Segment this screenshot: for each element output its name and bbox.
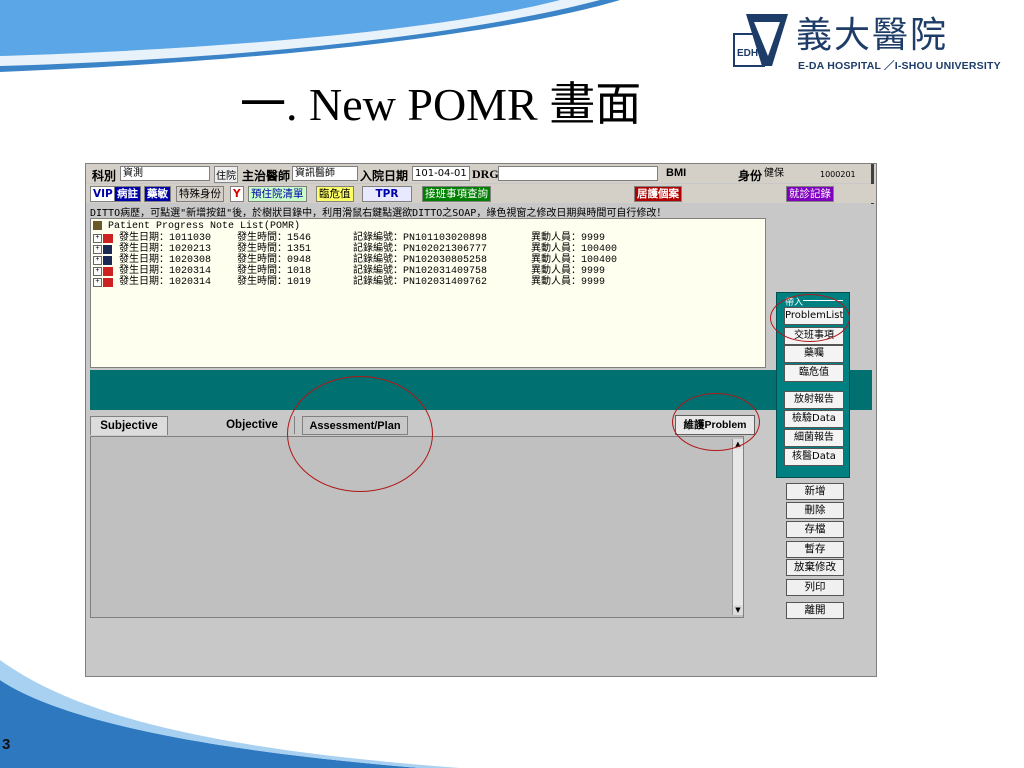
note-time: 發生時間：1546 xyxy=(237,233,312,244)
note-record-number: 記錄編號：PN102031409762 xyxy=(353,277,488,288)
notes-button[interactable]: 病註 xyxy=(114,186,141,202)
problem-tab-highlight xyxy=(672,393,760,451)
admit-date-label: 入院日期 xyxy=(360,169,409,183)
critical-value-button[interactable]: 臨危值 xyxy=(316,186,354,202)
expand-icon[interactable]: + xyxy=(93,256,102,265)
attending-label: 主治醫師 xyxy=(242,169,291,183)
allergy-button[interactable]: 藥敏 xyxy=(144,186,171,202)
print-button[interactable]: 列印 xyxy=(786,579,844,596)
bmi-label: BMI xyxy=(666,167,687,179)
hospital-name-chinese: 義大醫院 xyxy=(796,15,949,56)
visit-record-button[interactable]: 就診記錄 xyxy=(786,186,834,202)
note-editor: 異動人員：100400 xyxy=(531,244,618,255)
note-editor: 異動人員：9999 xyxy=(531,277,606,288)
inpatient-tag: 住院 xyxy=(214,166,238,183)
note-date: 發生日期：1020308 xyxy=(119,255,212,266)
note-date: 發生日期：1020314 xyxy=(119,266,212,277)
note-record-number: 記錄編號：PN102030805258 xyxy=(353,255,488,266)
note-time: 發生時間：0948 xyxy=(237,255,312,266)
note-record-number: 記錄編號：PN102021306777 xyxy=(353,244,488,255)
progress-note-tree[interactable]: Patient Progress Note List(POMR) + 發生日期：1… xyxy=(90,218,766,368)
toolbar: VIP 病註 藥敏 特殊身份 Y 預住院清單 臨危值 TPR 接班事項查詢 居護… xyxy=(86,184,876,203)
dept-field[interactable]: 資測 xyxy=(120,166,210,181)
vip-button[interactable]: VIP xyxy=(90,186,116,202)
editor-scrollbar[interactable]: ▲ ▼ xyxy=(732,439,743,615)
expand-icon[interactable]: + xyxy=(93,234,102,243)
note-date: 發生日期：1011030 xyxy=(119,233,212,244)
discard-changes-button[interactable]: 放棄修改 xyxy=(786,559,844,576)
leave-button[interactable]: 離開 xyxy=(786,602,844,619)
import-data-button[interactable]: 檢驗Data xyxy=(784,410,844,428)
import-button-4[interactable]: 臨危值 xyxy=(784,364,844,382)
scroll-down-arrow[interactable]: ▼ xyxy=(733,605,743,615)
slide-page-number: 3 xyxy=(2,736,11,753)
drg-field[interactable] xyxy=(498,166,658,181)
import-button-3[interactable]: 藥囑 xyxy=(784,345,844,363)
expand-icon[interactable]: + xyxy=(93,267,102,276)
note-time: 發生時間：1018 xyxy=(237,266,312,277)
pomr-app-window: 科別 資測 住院 主治醫師 資訊醫師 入院日期 101-04-01 DRG BM… xyxy=(85,163,877,677)
modify-datetime-panel xyxy=(90,370,872,410)
assessment-plan-highlight xyxy=(287,376,433,492)
patient-header: 科別 資測 住院 主治醫師 資訊醫師 入院日期 101-04-01 DRG BM… xyxy=(86,164,876,204)
delete-button[interactable]: 刪除 xyxy=(786,502,844,519)
temp-save-button[interactable]: 暫存 xyxy=(786,541,844,558)
save-button[interactable]: 存檔 xyxy=(786,521,844,538)
expand-icon[interactable]: + xyxy=(93,245,102,254)
hospital-logo-mark: EDH xyxy=(733,14,788,67)
hospital-name-english: E-DA HOSPITAL ／I-SHOU UNIVERSITY xyxy=(798,60,1001,72)
y-flag: Y xyxy=(230,186,244,202)
tree-root-label: Patient Progress Note List(POMR) xyxy=(108,221,301,233)
disk-icon xyxy=(103,245,112,254)
note-editor: 異動人員：100400 xyxy=(531,255,618,266)
problemlist-highlight xyxy=(770,294,850,342)
tree-root[interactable]: Patient Progress Note List(POMR) xyxy=(93,221,300,232)
special-identity-button[interactable]: 特殊身份 xyxy=(176,186,224,202)
ditto-hint-text: DITTO病歷，可點選"新增按鈕"後，於樹狀目錄中，利用滑鼠右鍵點選欲DITTO… xyxy=(90,208,667,217)
drg-label: DRG xyxy=(472,167,499,181)
svg-text:EDH: EDH xyxy=(737,48,758,59)
note-record-number: 記錄編號：PN102031409758 xyxy=(353,266,488,277)
note-record-number: 記錄編號：PN101103020898 xyxy=(353,233,488,244)
note-time: 發生時間：1351 xyxy=(237,244,312,255)
home-care-case-button[interactable]: 居護個案 xyxy=(634,186,682,202)
add-button[interactable]: 新增 xyxy=(786,483,844,500)
pre-discharge-list-button[interactable]: 預住院清單 xyxy=(248,186,307,202)
tpr-button[interactable]: TPR xyxy=(362,186,412,202)
admit-date-field[interactable]: 101-04-01 xyxy=(412,166,470,181)
attending-field[interactable]: 資訊醫師 xyxy=(292,166,358,181)
disk-icon xyxy=(103,256,112,265)
book-icon xyxy=(103,278,113,287)
dept-label: 科別 xyxy=(92,169,117,183)
import-button-7[interactable]: 細菌報告 xyxy=(784,429,844,447)
import-button-5[interactable]: 放射報告 xyxy=(784,391,844,409)
note-date: 發生日期：1020213 xyxy=(119,244,212,255)
note-date: 發生日期：1020314 xyxy=(119,277,212,288)
identity-label: 身份 xyxy=(738,169,763,183)
tab-objective[interactable]: Objective xyxy=(210,416,295,434)
book-icon xyxy=(103,267,113,276)
expand-icon[interactable]: + xyxy=(93,278,102,287)
book-icon xyxy=(103,234,113,243)
note-editor: 異動人員：9999 xyxy=(531,233,606,244)
record-number: 1000201 xyxy=(820,170,856,179)
hospital-logo: EDH 義大醫院 E-DA HOSPITAL ／I-SHOU UNIVERSIT… xyxy=(732,10,1022,72)
note-time: 發生時間：1019 xyxy=(237,277,312,288)
tab-subjective[interactable]: Subjective xyxy=(90,416,168,435)
handoff-query-button[interactable]: 接班事項查詢 xyxy=(422,186,491,202)
identity-value: 健保 xyxy=(764,168,784,179)
root-folder-icon xyxy=(93,221,102,230)
note-editor: 異動人員：9999 xyxy=(531,266,606,277)
import-data-button[interactable]: 核醫Data xyxy=(784,448,844,466)
slide-title: 一. New POMR 畫面 xyxy=(240,79,642,130)
